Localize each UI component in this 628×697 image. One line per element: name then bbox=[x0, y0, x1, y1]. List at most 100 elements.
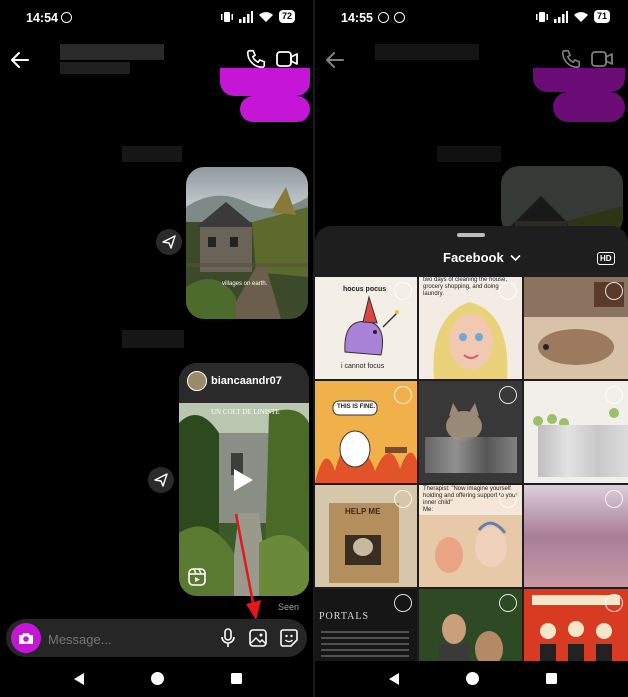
alarm-icon bbox=[61, 12, 72, 23]
play-icon bbox=[234, 469, 253, 491]
vibrate-icon bbox=[220, 11, 233, 22]
text-lines bbox=[321, 631, 409, 661]
gallery-item[interactable] bbox=[524, 485, 628, 587]
select-circle[interactable] bbox=[499, 594, 517, 612]
sheet-drag-handle[interactable] bbox=[457, 233, 485, 237]
gallery-item-text: HELP ME bbox=[345, 507, 381, 516]
vibrate-icon bbox=[535, 11, 548, 22]
back-arrow-icon[interactable] bbox=[323, 48, 347, 72]
share-button[interactable] bbox=[148, 467, 174, 493]
gallery-item[interactable]: hocus pocus i cannot focus bbox=[315, 277, 417, 379]
status-icons: 72 bbox=[220, 10, 295, 23]
blurred-region bbox=[538, 425, 628, 477]
select-circle[interactable] bbox=[499, 386, 517, 404]
seen-indicator: Seen bbox=[278, 602, 300, 612]
select-circle[interactable] bbox=[499, 282, 517, 300]
share-button[interactable] bbox=[156, 229, 182, 255]
contact-status-blurred bbox=[60, 62, 130, 74]
select-circle[interactable] bbox=[605, 490, 623, 508]
gallery-item[interactable] bbox=[524, 589, 628, 661]
wifi-icon bbox=[258, 11, 273, 22]
select-circle[interactable] bbox=[499, 490, 517, 508]
alarm-icon bbox=[378, 12, 389, 23]
shared-post-image[interactable]: villages on earth. bbox=[186, 167, 308, 319]
message-composer bbox=[6, 619, 307, 657]
nav-back-icon[interactable] bbox=[387, 672, 401, 686]
battery-level: 71 bbox=[593, 10, 610, 23]
status-time: 14:54 bbox=[26, 11, 58, 25]
signal-icon bbox=[238, 10, 253, 23]
battery-level: 72 bbox=[278, 10, 295, 23]
gallery-item[interactable] bbox=[419, 589, 522, 661]
select-circle[interactable] bbox=[394, 490, 412, 508]
reel-avatar[interactable] bbox=[187, 371, 207, 391]
microphone-icon[interactable] bbox=[220, 628, 236, 648]
hd-toggle[interactable]: HD bbox=[597, 252, 615, 265]
sent-message-bubble[interactable] bbox=[533, 68, 625, 92]
select-circle[interactable] bbox=[394, 594, 412, 612]
sent-message-bubble[interactable] bbox=[220, 68, 310, 96]
gallery-item[interactable]: HELP ME bbox=[315, 485, 417, 587]
wifi-icon bbox=[573, 11, 588, 22]
reel-username[interactable]: biancaandr07 bbox=[211, 375, 282, 387]
nav-recents-icon[interactable] bbox=[545, 672, 558, 685]
android-nav-bar bbox=[0, 661, 313, 697]
select-circle[interactable] bbox=[394, 386, 412, 404]
sent-message-bubble[interactable] bbox=[553, 92, 625, 122]
select-circle[interactable] bbox=[394, 282, 412, 300]
gallery-item[interactable]: THIS IS FINE. bbox=[315, 381, 417, 483]
video-call-icon[interactable] bbox=[275, 48, 299, 70]
reels-icon bbox=[188, 568, 206, 586]
gallery-item[interactable] bbox=[419, 381, 522, 483]
select-circle[interactable] bbox=[605, 282, 623, 300]
village-photo bbox=[186, 167, 308, 319]
gallery-item-text: THIS IS FINE. bbox=[337, 404, 376, 410]
gallery-item[interactable]: Therapist: "Now imagine yourself holding… bbox=[419, 485, 522, 587]
video-call-icon[interactable] bbox=[590, 48, 614, 70]
camera-icon bbox=[19, 633, 33, 644]
gallery-item[interactable]: two days of cleaning the house, grocery … bbox=[419, 277, 522, 379]
camera-button[interactable] bbox=[11, 623, 41, 653]
nav-home-icon[interactable] bbox=[150, 671, 165, 686]
send-icon bbox=[154, 473, 168, 487]
alarm-icon bbox=[394, 12, 405, 23]
status-icons: 71 bbox=[535, 10, 610, 23]
nav-home-icon[interactable] bbox=[465, 671, 480, 686]
album-name: Facebook bbox=[443, 250, 504, 265]
contact-name-blurred[interactable] bbox=[60, 44, 164, 60]
gallery-item[interactable] bbox=[524, 381, 628, 483]
phone-icon[interactable] bbox=[245, 48, 267, 70]
status-bar: 14:55 71 bbox=[315, 0, 628, 36]
received-text-blurred bbox=[122, 330, 184, 348]
red-annotation-arrow bbox=[234, 513, 261, 620]
message-input[interactable] bbox=[46, 627, 210, 651]
contact-name-blurred[interactable] bbox=[375, 44, 479, 60]
received-text-blurred bbox=[122, 146, 182, 162]
received-text-blurred bbox=[437, 146, 501, 162]
gallery-item[interactable]: PORTALS bbox=[315, 589, 417, 661]
chat-screen-right: 14:55 71 Facebook HD hocus pocus i canno… bbox=[315, 0, 628, 697]
send-icon bbox=[162, 235, 176, 249]
chevron-down-icon bbox=[510, 254, 521, 261]
android-nav-bar bbox=[315, 661, 628, 697]
gallery-icon[interactable] bbox=[248, 628, 268, 648]
back-arrow-icon[interactable] bbox=[8, 48, 32, 72]
signal-icon bbox=[553, 10, 568, 23]
select-circle[interactable] bbox=[605, 594, 623, 612]
nav-back-icon[interactable] bbox=[72, 672, 86, 686]
nav-recents-icon[interactable] bbox=[230, 672, 243, 685]
sent-message-bubble[interactable] bbox=[240, 96, 310, 122]
blurred-region bbox=[425, 437, 517, 473]
sticker-icon[interactable] bbox=[279, 628, 299, 648]
status-bar: 14:54 72 bbox=[0, 0, 313, 36]
post-caption: villages on earth. bbox=[222, 281, 268, 287]
phone-icon[interactable] bbox=[560, 48, 582, 70]
select-circle[interactable] bbox=[605, 386, 623, 404]
media-grid: hocus pocus i cannot focus two days of c… bbox=[315, 277, 628, 661]
gallery-item-text: i cannot focus bbox=[341, 363, 385, 370]
play-button[interactable] bbox=[231, 467, 255, 498]
album-selector[interactable]: Facebook bbox=[443, 250, 521, 265]
reel-overlay-text: UN COLT DE LINISTE bbox=[211, 408, 280, 416]
gallery-item-text: PORTALS bbox=[319, 611, 370, 622]
gallery-item[interactable] bbox=[524, 277, 628, 379]
